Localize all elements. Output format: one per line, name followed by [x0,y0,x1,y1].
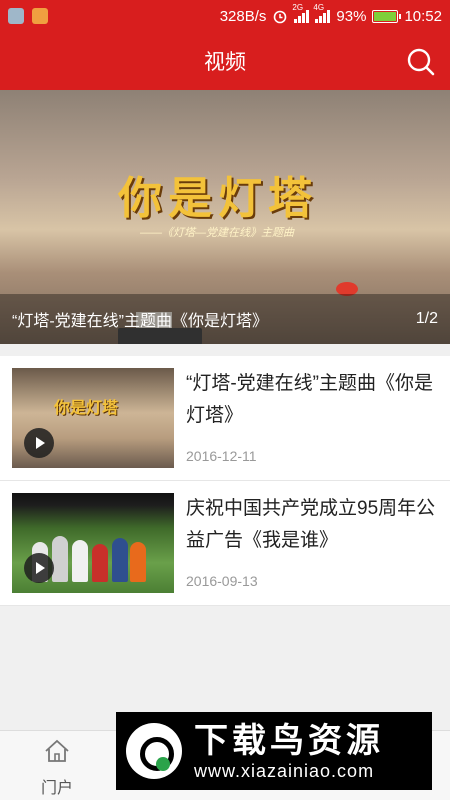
search-icon[interactable] [406,47,436,77]
app-bar: 视频 [0,32,450,90]
list-item[interactable]: 你是灯塔 “灯塔-党建在线”主题曲《你是灯塔》 2016-12-11 [0,356,450,481]
tab-home[interactable]: 门户 [30,737,84,798]
banner-page-counter: 1/2 [415,310,438,327]
signal-icon: 4G [313,3,331,23]
play-icon[interactable] [24,553,54,583]
battery-icon [372,9,402,23]
signal-icon: 2G [292,3,310,23]
status-bar: 328B/s 2G 4G 93% 10:52 [0,0,450,32]
video-title[interactable]: “灯塔-党建在线”主题曲《你是灯塔》 [186,368,438,432]
watermark-overlay: 下载鸟资源 www.xiazainiao.com [116,712,432,790]
clock: 10:52 [404,7,442,25]
featured-video-banner[interactable]: 你是灯塔 ——《灯塔—党建在线》主题曲 “灯塔-党建在线”主题曲《你是灯塔》 1… [0,90,450,344]
play-icon[interactable] [24,428,54,458]
video-date: 2016-12-11 [186,448,257,464]
battery-percent: 93% [336,7,367,25]
app-notification-icon [32,8,48,24]
video-title[interactable]: 庆祝中国共产党成立95周年公益广告《我是谁》 [186,493,438,557]
video-thumbnail[interactable] [12,493,174,593]
page-title: 视频 [204,51,246,74]
banner-caption: “灯塔-党建在线”主题曲《你是灯塔》 [12,313,268,330]
video-list: 你是灯塔 “灯塔-党建在线”主题曲《你是灯塔》 2016-12-11 庆祝中国共… [0,356,450,606]
watermark-url: www.xiazainiao.com [194,760,375,781]
banner-caption-bar: “灯塔-党建在线”主题曲《你是灯塔》 1/2 [0,294,450,344]
alarm-icon [274,10,287,24]
network-speed: 328B/s [219,7,267,25]
tab-home-label: 门户 [40,780,73,797]
list-item[interactable]: 庆祝中国共产党成立95周年公益广告《我是谁》 2016-09-13 [0,481,450,606]
home-icon [45,739,69,762]
watermark-logo-icon [126,723,182,779]
banner-art-title: 你是灯塔 [118,173,318,224]
watermark-name: 下载鸟资源 [194,721,384,760]
app-notification-icon [8,8,24,24]
video-thumbnail[interactable]: 你是灯塔 [12,368,174,468]
thumbnail-art-text: 你是灯塔 [54,398,119,417]
banner-art-subtitle: ——《灯塔—党建在线》主题曲 [140,227,294,239]
video-date: 2016-09-13 [186,573,258,589]
